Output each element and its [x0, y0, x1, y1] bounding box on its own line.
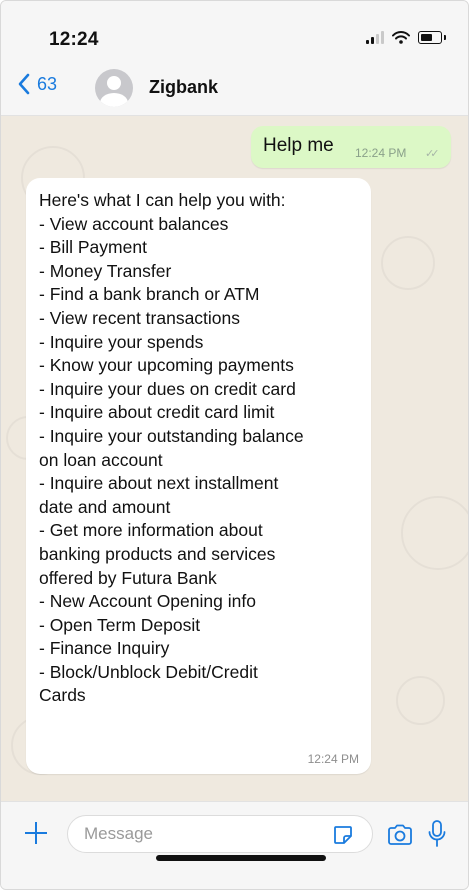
- message-line: - Inquire your spends: [39, 331, 204, 352]
- message-line: Cards: [39, 685, 86, 706]
- plus-icon[interactable]: [25, 822, 47, 844]
- message-line: offered by Futura Bank: [39, 567, 217, 588]
- wifi-icon: [392, 31, 410, 44]
- signal-icon: [366, 31, 384, 44]
- message-line: - Inquire your dues on credit card: [39, 378, 296, 399]
- message-line: - Finance Inquiry: [39, 638, 170, 659]
- message-line: - Money Transfer: [39, 260, 172, 281]
- status-time: 12:24: [49, 29, 99, 50]
- message-line: - Inquire about credit card limit: [39, 402, 275, 423]
- chat-area[interactable]: Help me 12:24 PM ✓✓ Here's what I can he…: [1, 116, 468, 801]
- chat-header: 63 Zigbank: [1, 61, 468, 116]
- message-line: - New Account Opening info: [39, 591, 256, 612]
- incoming-message-text: Here's what I can help you with: - View …: [39, 189, 369, 708]
- home-indicator[interactable]: [156, 855, 326, 861]
- status-bar: 12:24: [1, 1, 468, 61]
- message-line: date and amount: [39, 496, 171, 517]
- back-chevron-icon: [18, 73, 30, 95]
- camera-icon[interactable]: [387, 824, 413, 846]
- message-input[interactable]: [67, 815, 373, 853]
- status-icons: [366, 31, 446, 44]
- phone-frame: 12:24 63 Zigbank Help me 12:24 PM ✓✓ Her…: [0, 0, 469, 890]
- message-input-bar: [1, 801, 468, 889]
- sticker-icon[interactable]: [333, 825, 353, 845]
- read-receipt-icon: ✓✓: [425, 148, 440, 160]
- battery-tip: [444, 35, 446, 40]
- back-button[interactable]: 63: [17, 73, 57, 95]
- message-line: on loan account: [39, 449, 163, 470]
- message-line: - View recent transactions: [39, 307, 241, 328]
- message-line: - Find a bank branch or ATM: [39, 284, 260, 305]
- message-line: banking products and services: [39, 543, 276, 564]
- mic-icon[interactable]: [428, 820, 446, 848]
- outgoing-message-time: 12:24 PM: [355, 146, 407, 160]
- outgoing-message-text: Help me: [263, 135, 334, 156]
- message-line: - Block/Unblock Debit/Credit: [39, 661, 258, 682]
- message-line: - Know your upcoming payments: [39, 355, 294, 376]
- avatar-icon[interactable]: [95, 69, 133, 107]
- message-line: - Bill Payment: [39, 237, 147, 258]
- contact-name[interactable]: Zigbank: [149, 77, 218, 98]
- outgoing-message[interactable]: Help me 12:24 PM ✓✓: [251, 126, 451, 168]
- message-line: - Inquire your outstanding balance: [39, 425, 304, 446]
- unread-count: 63: [37, 73, 58, 94]
- message-line: - View account balances: [39, 213, 229, 234]
- battery-icon: [418, 31, 442, 44]
- message-line: Here's what I can help you with:: [39, 190, 286, 210]
- incoming-message-time: 12:24 PM: [307, 752, 359, 766]
- message-line: - Inquire about next installment: [39, 473, 279, 494]
- message-line: - Get more information about: [39, 520, 263, 541]
- incoming-message[interactable]: Here's what I can help you with: - View …: [26, 178, 371, 774]
- message-line: - Open Term Deposit: [39, 614, 201, 635]
